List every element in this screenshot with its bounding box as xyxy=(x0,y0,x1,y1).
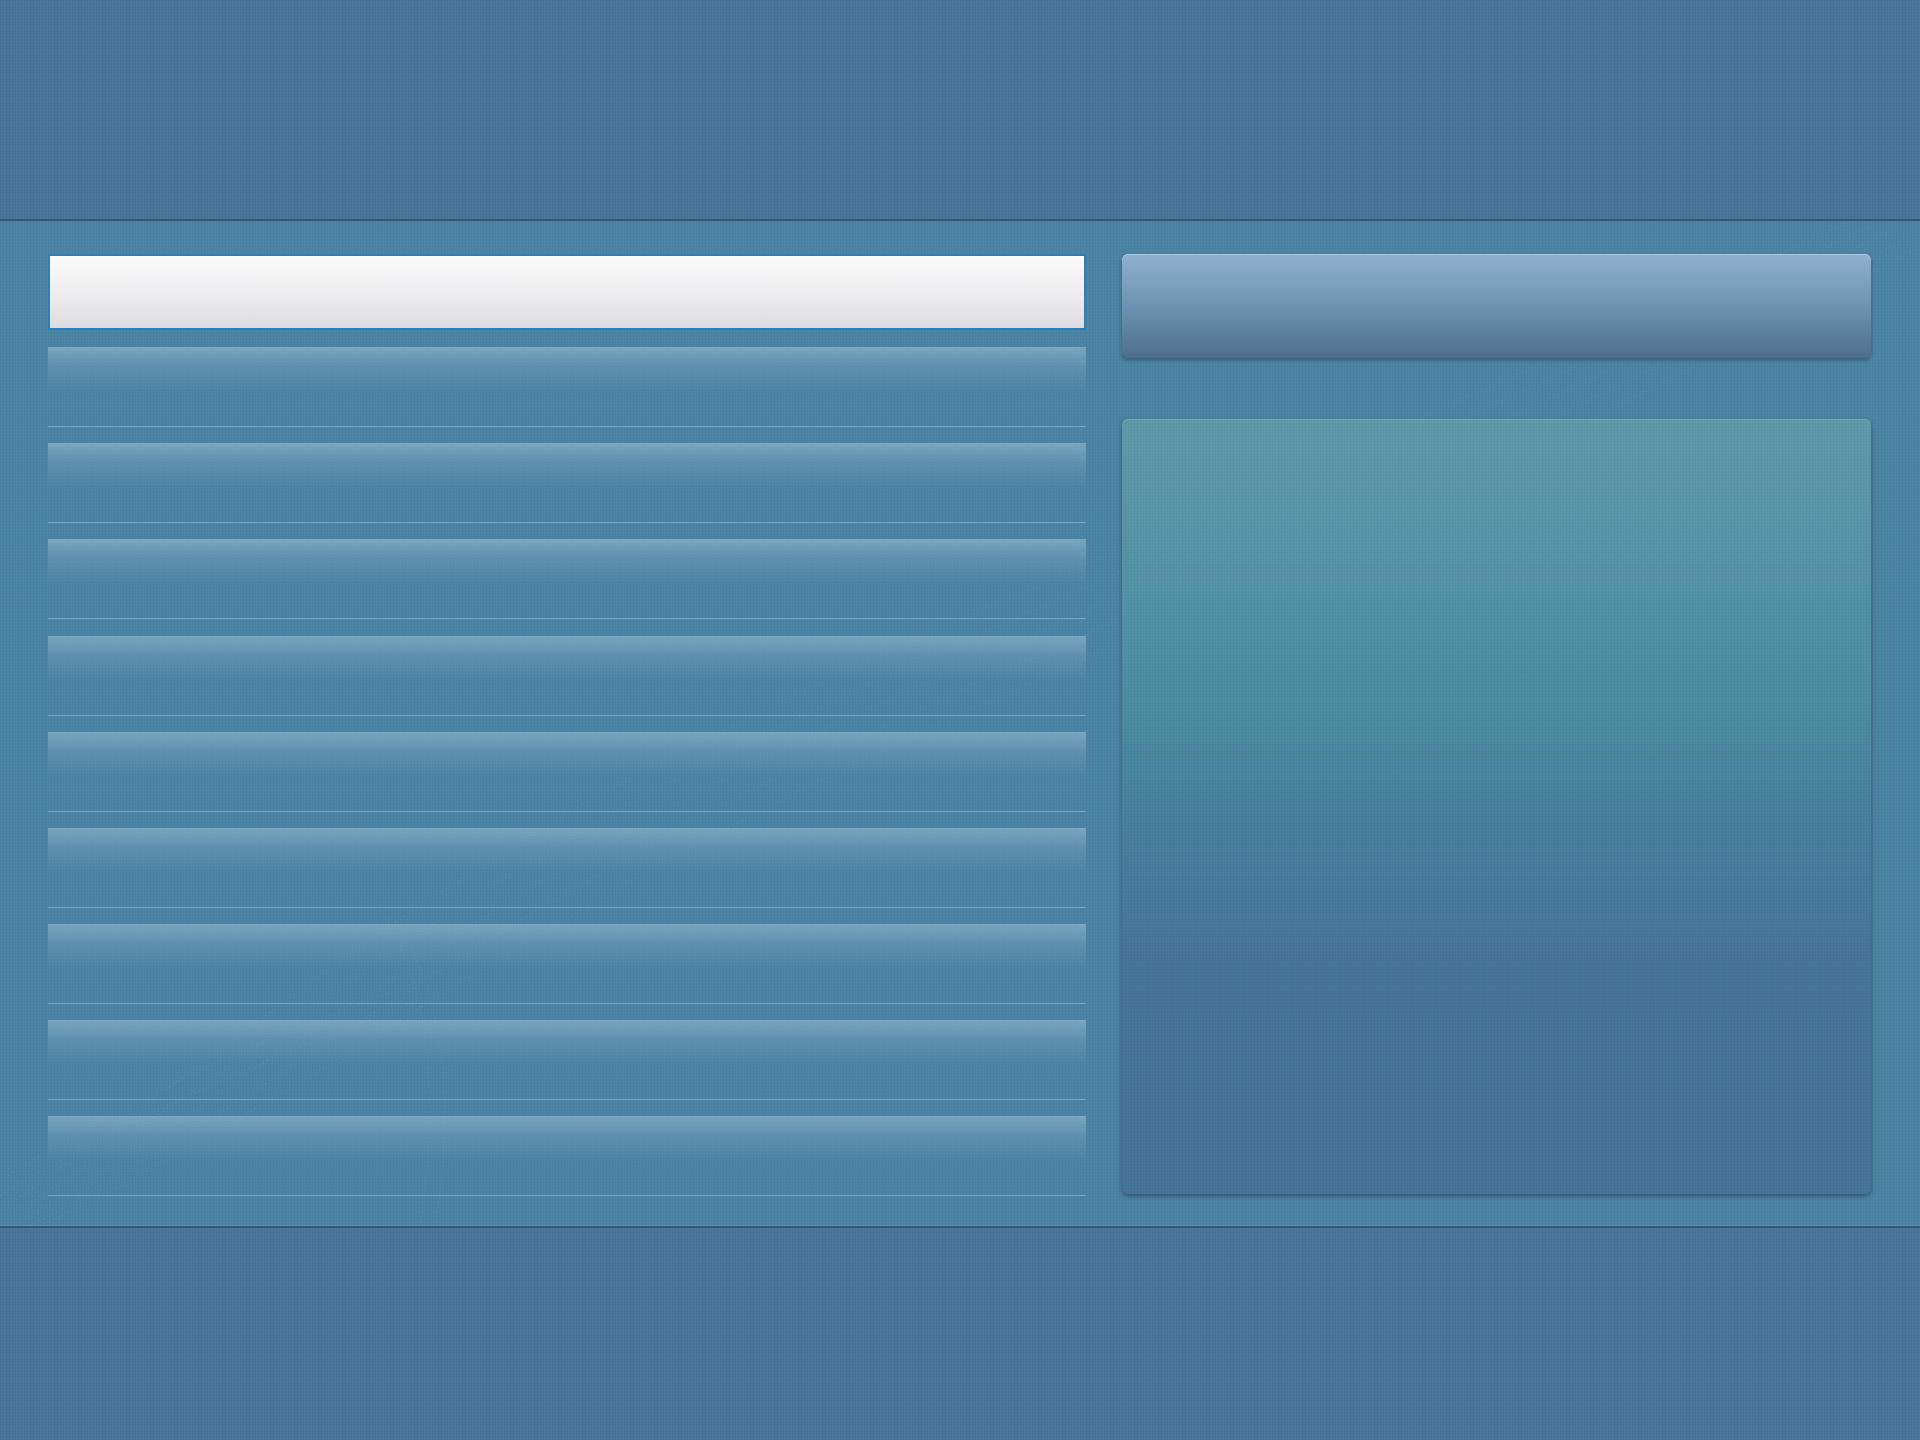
list-item[interactable] xyxy=(48,732,1086,812)
list-item[interactable] xyxy=(48,1020,1086,1100)
detail-panel xyxy=(1122,419,1871,1194)
list-item[interactable] xyxy=(48,1116,1086,1196)
list-item[interactable] xyxy=(48,636,1086,716)
list-item[interactable] xyxy=(48,443,1086,523)
list-item[interactable] xyxy=(48,828,1086,908)
list-item[interactable] xyxy=(48,347,1086,427)
action-button[interactable] xyxy=(1122,254,1871,358)
list-item[interactable] xyxy=(48,924,1086,1004)
search-input[interactable] xyxy=(48,254,1086,330)
header-bar xyxy=(0,0,1920,221)
list-item[interactable] xyxy=(48,539,1086,619)
app-screen xyxy=(0,0,1920,1440)
main-panel xyxy=(0,221,1920,1226)
footer-bar xyxy=(0,1226,1920,1440)
